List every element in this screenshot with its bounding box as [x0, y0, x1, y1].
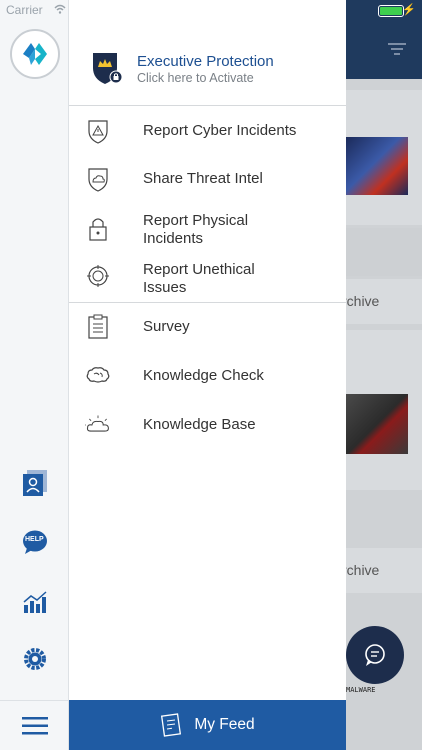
menu-item-report-physical-incidents[interactable]: Report Physical Incidents: [69, 212, 346, 248]
chat-button[interactable]: [346, 626, 404, 684]
background-feed: rchive rchive MALWARE: [346, 0, 422, 750]
app-logo[interactable]: [10, 29, 60, 79]
carrier-label: Carrier: [6, 3, 43, 17]
left-rail: HELP: [0, 0, 69, 750]
menu-label-survey: Survey: [143, 318, 190, 335]
executive-protection-title: Executive Protection: [137, 53, 274, 70]
archive-label[interactable]: rchive: [346, 562, 379, 578]
menu-item-survey[interactable]: Survey: [69, 314, 346, 340]
menu-label-report-physical-line2: Incidents: [143, 230, 204, 247]
target-person-icon: [85, 263, 111, 289]
menu-item-knowledge-check[interactable]: Knowledge Check: [69, 363, 346, 389]
brain-icon: [85, 363, 111, 389]
profile-icon[interactable]: [20, 468, 50, 498]
shield-crown-icon: [93, 53, 123, 84]
feed-image: [346, 137, 408, 195]
menu-divider: [69, 302, 346, 303]
menu-label-report-unethical-line2: Issues: [143, 279, 187, 296]
menu-label-knowledge-base: Knowledge Base: [143, 416, 256, 433]
archive-label[interactable]: rchive: [346, 293, 379, 309]
help-label: HELP: [25, 536, 44, 543]
chat-bubble-icon: [365, 644, 385, 666]
menu-item-knowledge-base[interactable]: Knowledge Base: [69, 412, 346, 438]
menu-label-knowledge-check: Knowledge Check: [143, 367, 264, 384]
feed-image-keyboard: [346, 394, 408, 454]
analytics-icon[interactable]: [20, 587, 50, 617]
menu-item-report-unethical-issues[interactable]: Report Unethical Issues: [69, 261, 346, 297]
feed-card-footer: rchive: [346, 279, 422, 324]
shield-cloud-icon: [85, 166, 111, 192]
my-feed-button[interactable]: My Feed: [69, 700, 346, 750]
clipboard-icon: [85, 314, 111, 340]
menu-label-report-unethical: Report Unethical Issues: [143, 261, 255, 297]
padlock-icon: [85, 216, 111, 242]
cloud-idea-icon: [85, 412, 111, 438]
hamburger-menu-button[interactable]: [0, 700, 69, 750]
menu-item-report-cyber-incidents[interactable]: Report Cyber Incidents: [69, 118, 346, 144]
wifi-icon: [54, 4, 66, 14]
status-bar: Carrier ⚡: [0, 0, 422, 20]
filter-icon[interactable]: [388, 42, 406, 56]
menu-label-report-physical-line1: Report Physical: [143, 212, 249, 229]
hamburger-icon: [21, 716, 48, 734]
menu-label-report-unethical-line1: Report Unethical: [143, 261, 255, 278]
menu-label-report-cyber-incidents: Report Cyber Incidents: [143, 122, 297, 139]
menu-item-share-threat-intel[interactable]: Share Threat Intel: [69, 166, 346, 192]
charging-icon: ⚡: [402, 4, 416, 16]
feed-card-footer: rchive: [346, 548, 422, 593]
battery-icon: [378, 5, 404, 17]
settings-gear-icon[interactable]: [20, 644, 50, 674]
logo-icon: [23, 43, 47, 65]
feed-card-separator: [346, 228, 422, 276]
feed-icon: [161, 713, 182, 737]
shield-alert-icon: [85, 118, 111, 144]
navigation-drawer: Executive Protection Click here to Activ…: [69, 0, 346, 750]
malware-text: MALWARE: [346, 686, 376, 694]
my-feed-label: My Feed: [194, 716, 255, 733]
executive-protection-item[interactable]: Executive Protection Click here to Activ…: [69, 30, 346, 106]
menu-label-report-physical: Report Physical Incidents: [143, 212, 248, 248]
executive-protection-subtitle: Click here to Activate: [137, 71, 254, 85]
help-icon[interactable]: HELP: [20, 527, 50, 557]
menu-label-share-threat-intel: Share Threat Intel: [143, 170, 263, 187]
